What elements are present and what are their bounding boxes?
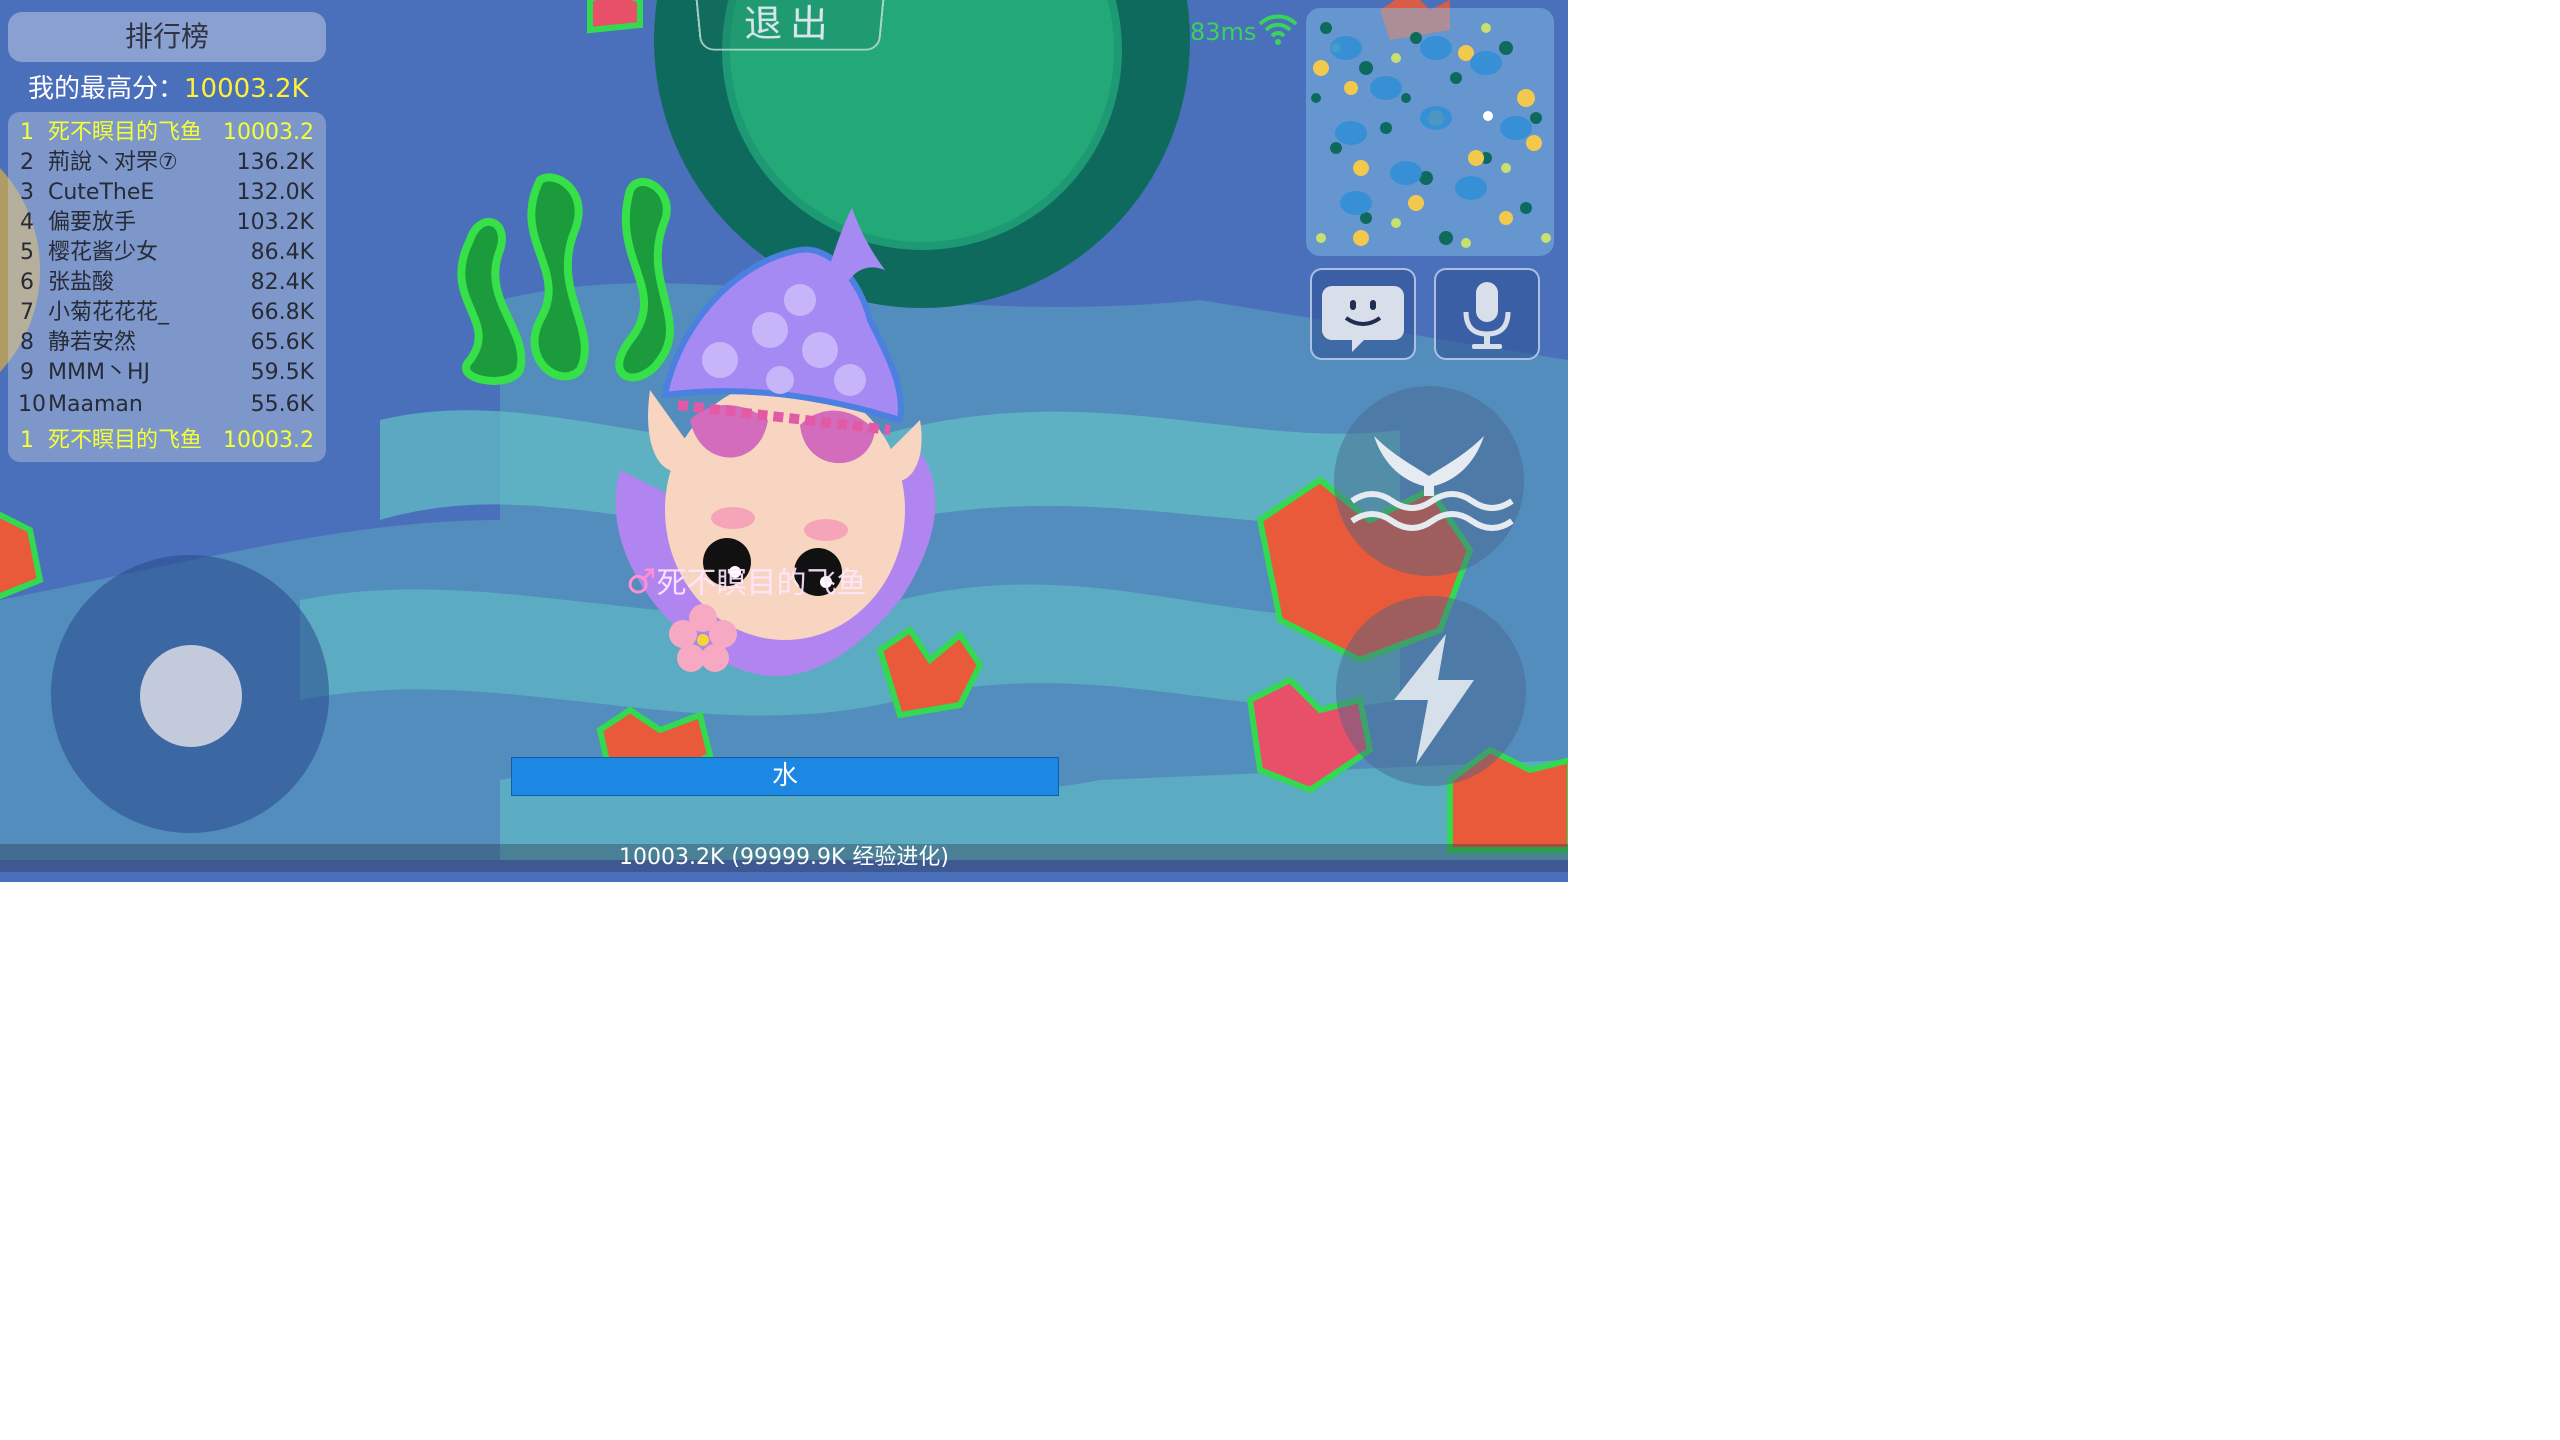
player-score: 10003.2 bbox=[223, 428, 314, 453]
player-score: 55.6K bbox=[250, 392, 314, 417]
xp-bar: 10003.2K (99999.9K 经验进化) bbox=[0, 844, 1568, 872]
player-score: 82.4K bbox=[250, 270, 314, 295]
leaderboard-row: 10 Maaman 55.6K bbox=[18, 390, 314, 420]
leaderboard-row: 3 CuteTheE 132.0K bbox=[20, 178, 314, 208]
leaderboard-row: 2 荊說丶对罘⑦ 136.2K bbox=[20, 148, 314, 178]
microphone-icon bbox=[1463, 282, 1511, 349]
emote-chat-button[interactable] bbox=[1310, 268, 1416, 360]
leaderboard-row: 1 死不瞑目的飞鱼 10003.2 bbox=[20, 118, 314, 148]
player-label: ♂死不瞑目的飞鱼 bbox=[626, 558, 866, 602]
lightning-boost-icon bbox=[1394, 634, 1474, 764]
best-score-value: 10003.2K bbox=[184, 74, 309, 104]
player-name: MMM丶HJ bbox=[48, 360, 150, 385]
leaderboard-row: 5 樱花酱少女 86.4K bbox=[20, 238, 314, 268]
player-name: Maaman bbox=[48, 392, 143, 417]
biome-bar: 水 bbox=[511, 757, 1059, 796]
rank: 6 bbox=[20, 270, 34, 295]
game-stage[interactable]: 排行榜 我的最高分：10003.2K 1 死不瞑目的飞鱼 10003.2 2 荊… bbox=[0, 0, 1568, 882]
leaderboard-row: 4 偏要放手 103.2K bbox=[20, 208, 314, 238]
player-score: 86.4K bbox=[250, 240, 314, 265]
player-score: 10003.2 bbox=[223, 120, 314, 145]
dive-button[interactable] bbox=[1334, 386, 1524, 576]
player-score: 66.8K bbox=[250, 300, 314, 325]
rank: 1 bbox=[20, 120, 34, 145]
player-name: 荊說丶对罘⑦ bbox=[48, 150, 178, 175]
voice-mic-button[interactable] bbox=[1434, 268, 1540, 360]
rank: 1 bbox=[20, 428, 34, 453]
player-score: 65.6K bbox=[250, 330, 314, 355]
leaderboard-row: 6 张盐酸 82.4K bbox=[20, 268, 314, 298]
minimap-player-marker bbox=[1483, 111, 1493, 121]
leaderboard-panel: 1 死不瞑目的飞鱼 10003.2 2 荊說丶对罘⑦ 136.2K 3 Cute… bbox=[8, 112, 326, 462]
rank: 4 bbox=[20, 210, 34, 235]
rank: 5 bbox=[20, 240, 34, 265]
player-score: 103.2K bbox=[236, 210, 314, 235]
leaderboard-self-row: 1 死不瞑目的飞鱼 10003.2 bbox=[20, 426, 314, 456]
leaderboard-row: 9 MMM丶HJ 59.5K bbox=[20, 358, 314, 388]
player-name-label: 死不瞑目的飞鱼 bbox=[656, 566, 867, 601]
player-name: 小菊花花花_ bbox=[48, 300, 170, 325]
wifi-icon bbox=[1258, 14, 1298, 45]
rank: 10 bbox=[18, 392, 46, 417]
male-gender-icon: ♂ bbox=[626, 562, 657, 602]
player-name: 死不瞑目的飞鱼 bbox=[48, 428, 203, 453]
leaderboard-row: 8 静若安然 65.6K bbox=[20, 328, 314, 358]
smiley-chat-icon bbox=[1322, 286, 1404, 352]
rank: 7 bbox=[20, 300, 34, 325]
whale-tail-dive-icon bbox=[1350, 436, 1514, 531]
joystick-knob[interactable] bbox=[140, 645, 242, 747]
boost-button[interactable] bbox=[1336, 596, 1526, 786]
minimap[interactable] bbox=[1306, 8, 1554, 256]
exit-button[interactable]: 退出 bbox=[695, 0, 885, 51]
player-name: 樱花酱少女 bbox=[48, 240, 159, 265]
player-score: 136.2K bbox=[236, 150, 314, 175]
minimap-dots bbox=[1311, 22, 1551, 248]
leaderboard-row: 7 小菊花花花_ 66.8K bbox=[20, 298, 314, 328]
ping-readout: 83ms bbox=[1190, 18, 1257, 46]
player-name: 张盐酸 bbox=[48, 270, 115, 295]
player-score: 132.0K bbox=[236, 180, 314, 205]
rank: 3 bbox=[20, 180, 34, 205]
rank: 9 bbox=[20, 360, 34, 385]
player-name: 死不瞑目的飞鱼 bbox=[48, 120, 203, 145]
rank: 8 bbox=[20, 330, 34, 355]
best-score: 我的最高分：10003.2K bbox=[28, 68, 309, 105]
player-name: CuteTheE bbox=[48, 180, 155, 205]
leaderboard-title: 排行榜 bbox=[8, 12, 326, 62]
rank: 2 bbox=[20, 150, 34, 175]
best-score-label: 我的最高分： bbox=[28, 74, 185, 104]
player-name: 偏要放手 bbox=[48, 210, 137, 235]
player-score: 59.5K bbox=[250, 360, 314, 385]
player-name: 静若安然 bbox=[48, 330, 137, 355]
